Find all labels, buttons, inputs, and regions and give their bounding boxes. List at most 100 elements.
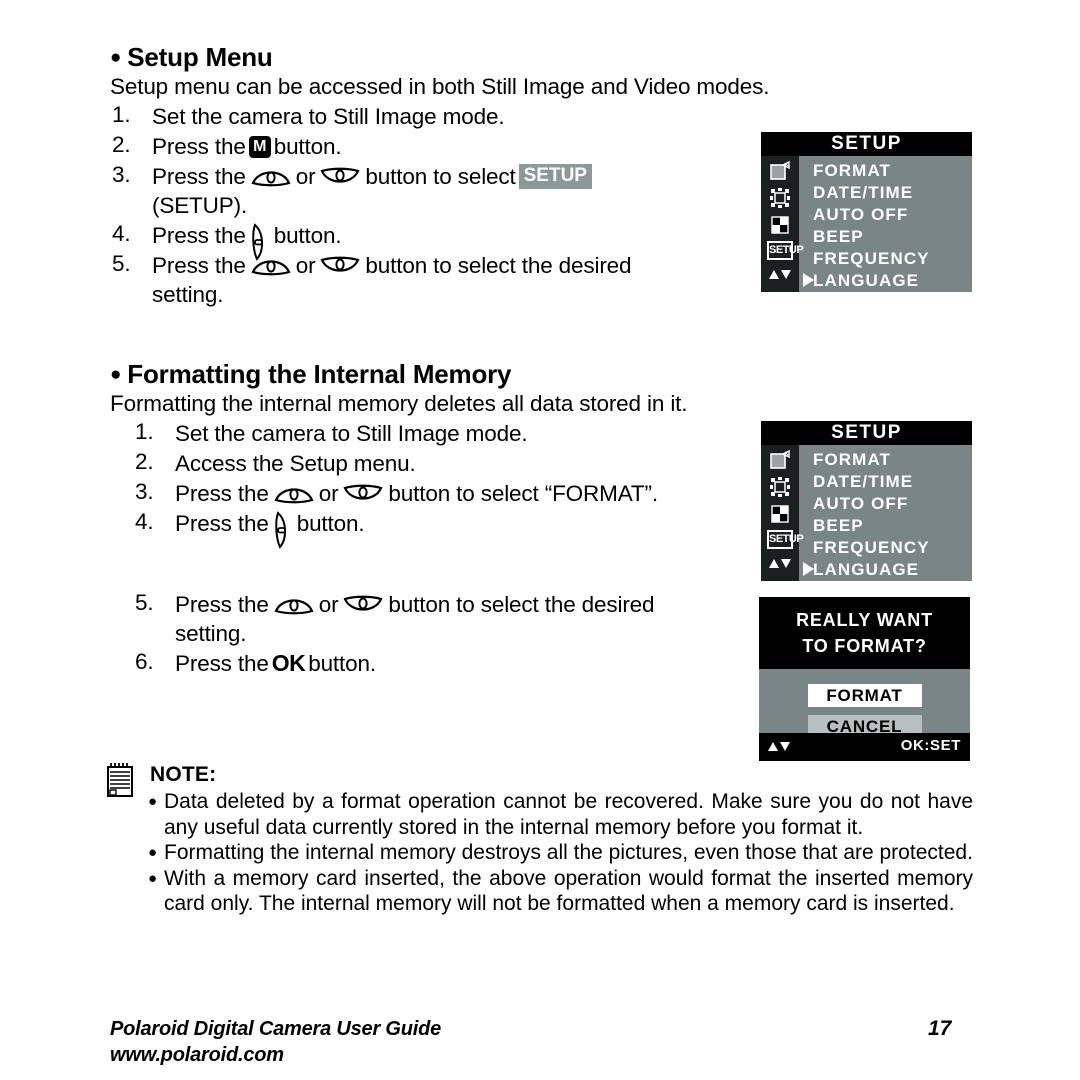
lcd-title: SETUP [761,132,972,156]
step-text: Set the camera to Still Image mode. [152,103,505,129]
step-item: 5. Press the or button to select the des… [112,251,772,309]
setup-icon: SETUP [767,241,804,260]
checkerboard-icon [769,214,791,236]
down-rocker-button-icon [320,255,360,276]
step-number: 3. [135,479,154,504]
lcd-menu-item-selected[interactable]: FREQUENCY [813,537,972,559]
lcd-cursor-icon [803,273,814,287]
step-text-cont: setting. [152,282,224,307]
lcd-menu-item[interactable]: FORMAT [813,449,972,471]
updown-arrows-icon [767,740,791,753]
down-rocker-button-icon [343,594,383,615]
setup-icon: SETUP [767,530,804,549]
note-text: Data deleted by a format operation canno… [164,790,973,839]
mode-button-icon: M [248,135,271,158]
lcd-menu-item[interactable]: AUTO OFF [813,204,972,226]
conjunction-or: or [318,591,339,617]
step-item: 1. Set the camera to Still Image mode. [112,102,772,131]
note-item: ● With a memory card inserted, the above… [148,866,973,917]
step-number: 2. [135,449,154,474]
step-text: Access the Setup menu. [175,450,416,476]
step-item: 3. Press the or button to select SETUP (… [112,162,772,220]
step-item: 4. Press the button. [112,221,772,261]
footer-title: Polaroid Digital Camera User Guide [110,1018,442,1040]
lcd-menu-item[interactable]: LANGUAGE [813,559,972,581]
section-intro-setup-menu: Setup menu can be accessed in both Still… [110,74,770,99]
step-text-tail: button. [308,650,376,676]
step-text: Press the [175,650,269,676]
step-item: 2. Access the Setup menu. [135,449,775,478]
lcd-menu-item[interactable]: DATE/TIME [813,182,972,204]
lcd-menu-item[interactable]: LANGUAGE [813,270,972,292]
step-item: 6. Press the OK button. [135,649,775,678]
step-number: 5. [112,251,131,276]
conjunction-or: or [295,163,316,189]
updown-arrows-icon [768,268,792,281]
step-text: Press the [175,591,269,617]
checkerboard-icon [769,503,791,525]
note-title: NOTE: [150,763,217,786]
format-option-button[interactable]: FORMAT [807,684,922,707]
note-text: Formatting the internal memory destroys … [164,841,973,864]
step-text: Press the [152,252,246,278]
updown-arrows-icon [768,557,792,570]
resolution-icon [769,160,791,182]
page-number: 17 [928,1017,952,1040]
step-number: 2. [112,132,131,157]
dialog-footer: OK:SET [759,733,970,761]
section-intro-formatting: Formatting the internal memory deletes a… [110,391,688,416]
step-text-tail: button to select “FORMAT”. [388,480,658,506]
step-text-tail: button to select the desired [365,252,632,278]
down-rocker-button-icon [343,483,383,504]
step-number: 6. [135,649,154,674]
section-heading-setup-menu: ● Setup Menu [110,42,273,73]
bullet-glyph: ● [110,47,122,68]
step-list-formatting-cont: 5. Press the or button to select the des… [135,590,775,679]
ok-button-icon: OK [271,650,306,676]
note-list: ● Data deleted by a format operation can… [148,789,973,917]
note-item: ● Formatting the internal memory destroy… [148,840,973,866]
step-text-tail: button. [273,133,342,159]
step-text: Press the [175,480,269,506]
lcd-menu-item[interactable]: BEEP [813,515,972,537]
section-heading-formatting: ● Formatting the Internal Memory [110,359,512,390]
step-item: 3. Press the or button to select “FORMAT… [135,479,775,508]
lcd-setup-menu-2: SETUP SETUP FORMAT DATE/TIME AUTO OFF BE… [761,421,972,581]
heading-text: Setup Menu [127,42,273,72]
lcd-menu-item[interactable]: AUTO OFF [813,493,972,515]
resolution-icon [769,449,791,471]
step-list-setup-menu: 1. Set the camera to Still Image mode. 2… [112,102,772,310]
step-text-tail: button. [296,510,365,536]
lcd-menu-item-selected[interactable]: FREQUENCY [813,248,972,270]
step-text-tail: button to select the desired [388,591,655,617]
step-text: Press the [152,222,246,248]
step-text: Set the camera to Still Image mode. [175,420,528,446]
dialog-header: REALLY WANT TO FORMAT? [759,597,970,669]
up-rocker-button-icon [274,594,314,615]
step-number: 1. [112,102,131,127]
right-leaf-button-icon [273,510,293,549]
lcd-menu-item[interactable]: BEEP [813,226,972,248]
step-item: 1. Set the camera to Still Image mode. [135,419,775,448]
lcd-menu-items: FORMAT DATE/TIME AUTO OFF BEEP FREQUENCY… [799,156,972,292]
step-list-formatting: 1. Set the camera to Still Image mode. 2… [135,419,775,549]
lcd-icon-rail: SETUP [761,445,804,581]
lcd-menu-item[interactable]: FORMAT [813,160,972,182]
conjunction-or: or [295,252,316,278]
lcd-cursor-icon [803,562,814,576]
step-text: Press the [175,510,269,536]
dialog-body: FORMAT CANCEL [759,669,970,738]
step-item: 4. Press the button. [135,509,775,549]
notepad-icon [106,762,134,798]
step-text-cont: setting. [175,621,247,646]
lcd-menu-item[interactable]: DATE/TIME [813,471,972,493]
lcd-format-confirm-dialog: REALLY WANT TO FORMAT? FORMAT CANCEL OK:… [759,597,970,761]
up-rocker-button-icon [251,166,291,187]
quality-icon [769,187,791,209]
up-rocker-button-icon [274,483,314,504]
lcd-icon-rail: SETUP [761,156,804,292]
ok-set-hint: OK:SET [900,737,961,754]
step-number: 5. [135,590,154,615]
step-text-tail: button to select [365,163,516,189]
dialog-title-line1: REALLY WANT [796,610,933,630]
